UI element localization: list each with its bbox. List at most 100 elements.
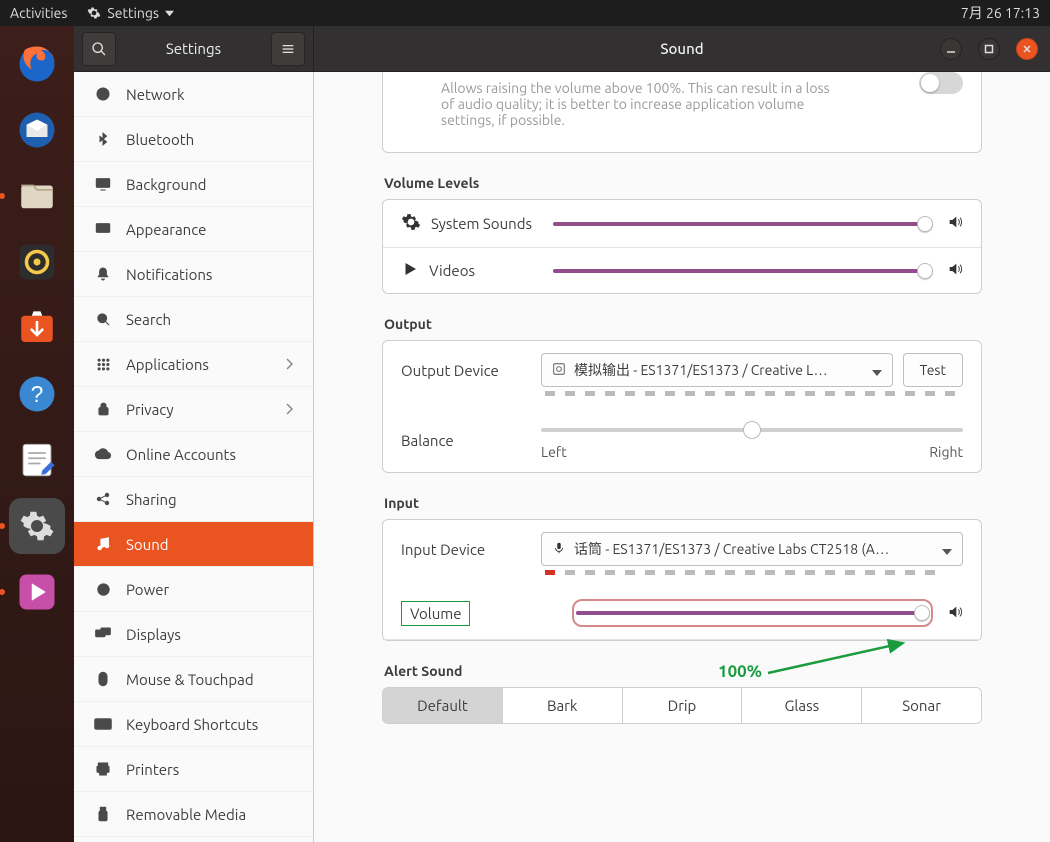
section-volume-levels: Volume Levels — [384, 175, 982, 191]
speaker-icon[interactable] — [947, 261, 963, 280]
alert-default[interactable]: Default — [383, 688, 503, 723]
sidebar-item-bluetooth[interactable]: Bluetooth — [74, 117, 313, 162]
sidebar-item-privacy[interactable]: Privacy — [74, 387, 313, 432]
volume-app-system-sounds: System Sounds — [431, 215, 532, 232]
overamp-switch[interactable] — [919, 72, 963, 94]
chevron-down-icon — [942, 541, 952, 558]
play-icon — [401, 260, 419, 281]
sidebar-item-sharing[interactable]: Sharing — [74, 477, 313, 522]
launcher-thunderbird[interactable] — [9, 102, 65, 158]
alert-glass[interactable]: Glass — [742, 688, 862, 723]
input-device-label: Input Device — [401, 541, 541, 558]
sidebar-item-applications[interactable]: Applications — [74, 342, 313, 387]
balance-left-label: Left — [541, 444, 567, 460]
system-sounds-slider[interactable] — [553, 214, 933, 234]
sidebar-item-background[interactable]: Background — [74, 162, 313, 207]
sidebar-title: Settings — [116, 40, 271, 57]
sidebar-item-search[interactable]: Search — [74, 297, 313, 342]
appearance-icon — [95, 222, 111, 236]
launcher-rhythmbox[interactable] — [9, 234, 65, 290]
balance-slider[interactable] — [541, 420, 963, 440]
launcher-firefox[interactable] — [9, 36, 65, 92]
launcher-settings[interactable] — [9, 498, 65, 554]
audio-card-icon — [552, 362, 566, 379]
displays-icon — [95, 627, 111, 641]
chevron-down-icon — [872, 362, 882, 379]
search-icon — [91, 41, 107, 57]
sidebar-item-notifications[interactable]: Notifications — [74, 252, 313, 297]
output-device-label: Output Device — [401, 362, 541, 379]
keyboard-icon — [94, 718, 112, 730]
chevron-down-icon — [165, 9, 174, 18]
globe-icon — [95, 86, 111, 102]
launcher-files[interactable] — [9, 168, 65, 224]
sidebar-item-mouse[interactable]: Mouse & Touchpad — [74, 657, 313, 702]
sidebar-item-sound[interactable]: Sound — [74, 522, 313, 567]
section-alert-sound: Alert Sound — [384, 663, 982, 679]
chevron-right-icon — [285, 401, 293, 418]
music-icon — [95, 536, 111, 552]
alert-drip[interactable]: Drip — [623, 688, 743, 723]
overamp-description: Allows raising the volume above 100%. Th… — [401, 72, 831, 140]
sidebar-item-network[interactable]: Network — [74, 72, 313, 117]
printer-icon — [95, 761, 111, 777]
hamburger-icon — [280, 41, 296, 57]
power-icon — [96, 582, 111, 597]
sidebar-item-keyboard[interactable]: Keyboard Shortcuts — [74, 702, 313, 747]
launcher-help[interactable]: ? — [9, 366, 65, 422]
sidebar-item-power[interactable]: Power — [74, 567, 313, 612]
launcher-texteditor[interactable] — [9, 432, 65, 488]
videos-slider[interactable] — [553, 261, 933, 281]
sidebar-item-online-accounts[interactable]: Online Accounts — [74, 432, 313, 477]
input-volume-slider[interactable] — [576, 603, 929, 623]
gear-icon — [401, 212, 421, 235]
clock[interactable]: 7月 26 17:13 — [961, 3, 1040, 23]
activities-button[interactable]: Activities — [10, 5, 67, 21]
annotation-100pct: 100% — [718, 662, 762, 681]
hamburger-menu-button[interactable] — [271, 32, 305, 66]
speaker-icon[interactable] — [947, 604, 963, 623]
section-output: Output — [384, 316, 982, 332]
mouse-icon — [97, 671, 109, 687]
sidebar-item-printers[interactable]: Printers — [74, 747, 313, 792]
section-input: Input — [384, 495, 982, 511]
grid-icon — [96, 357, 111, 372]
maximize-button[interactable] — [978, 38, 1000, 60]
titlebar: Settings Sound — [74, 26, 1050, 72]
sidebar: Network Bluetooth Background Appearance … — [74, 72, 314, 842]
input-device-value: 话筒 - ES1371/ES1373 / Creative Labs CT251… — [574, 539, 934, 559]
input-level-meter — [545, 570, 963, 575]
sidebar-search-button[interactable] — [82, 32, 116, 66]
volume-app-videos: Videos — [429, 262, 475, 279]
output-device-combo[interactable]: 模拟输出 - ES1371/ES1373 / Creative L… — [541, 353, 893, 387]
balance-right-label: Right — [929, 444, 963, 460]
settings-window: Settings Sound Network Bluetooth Backgro… — [74, 26, 1050, 842]
usb-icon — [96, 806, 110, 822]
app-menu[interactable]: Settings — [87, 5, 174, 21]
minimize-button[interactable] — [940, 38, 962, 60]
bluetooth-icon — [96, 132, 110, 146]
sidebar-item-appearance[interactable]: Appearance — [74, 207, 313, 252]
cloud-icon — [94, 448, 112, 460]
monitor-icon — [95, 177, 111, 191]
alert-sonar[interactable]: Sonar — [862, 688, 981, 723]
output-level-meter — [545, 391, 963, 396]
bell-icon — [96, 266, 110, 282]
alert-bark[interactable]: Bark — [503, 688, 623, 723]
sidebar-item-displays[interactable]: Displays — [74, 612, 313, 657]
output-test-button[interactable]: Test — [903, 353, 963, 387]
share-icon — [95, 491, 111, 507]
sidebar-item-removable[interactable]: Removable Media — [74, 792, 313, 837]
close-button[interactable] — [1016, 38, 1038, 60]
gnome-topbar: Activities Settings 7月 26 17:13 — [0, 0, 1050, 26]
chevron-right-icon — [285, 356, 293, 373]
launcher-software[interactable] — [9, 300, 65, 356]
svg-text:?: ? — [31, 381, 44, 407]
content-pane: Allows raising the volume above 100%. Th… — [314, 72, 1050, 842]
balance-label: Balance — [401, 432, 541, 449]
speaker-icon[interactable] — [947, 214, 963, 233]
input-device-combo[interactable]: 话筒 - ES1371/ES1373 / Creative Labs CT251… — [541, 532, 963, 566]
input-volume-label-highlight: Volume — [401, 601, 470, 626]
output-device-value: 模拟输出 - ES1371/ES1373 / Creative L… — [574, 360, 864, 380]
launcher-media[interactable] — [9, 564, 65, 620]
